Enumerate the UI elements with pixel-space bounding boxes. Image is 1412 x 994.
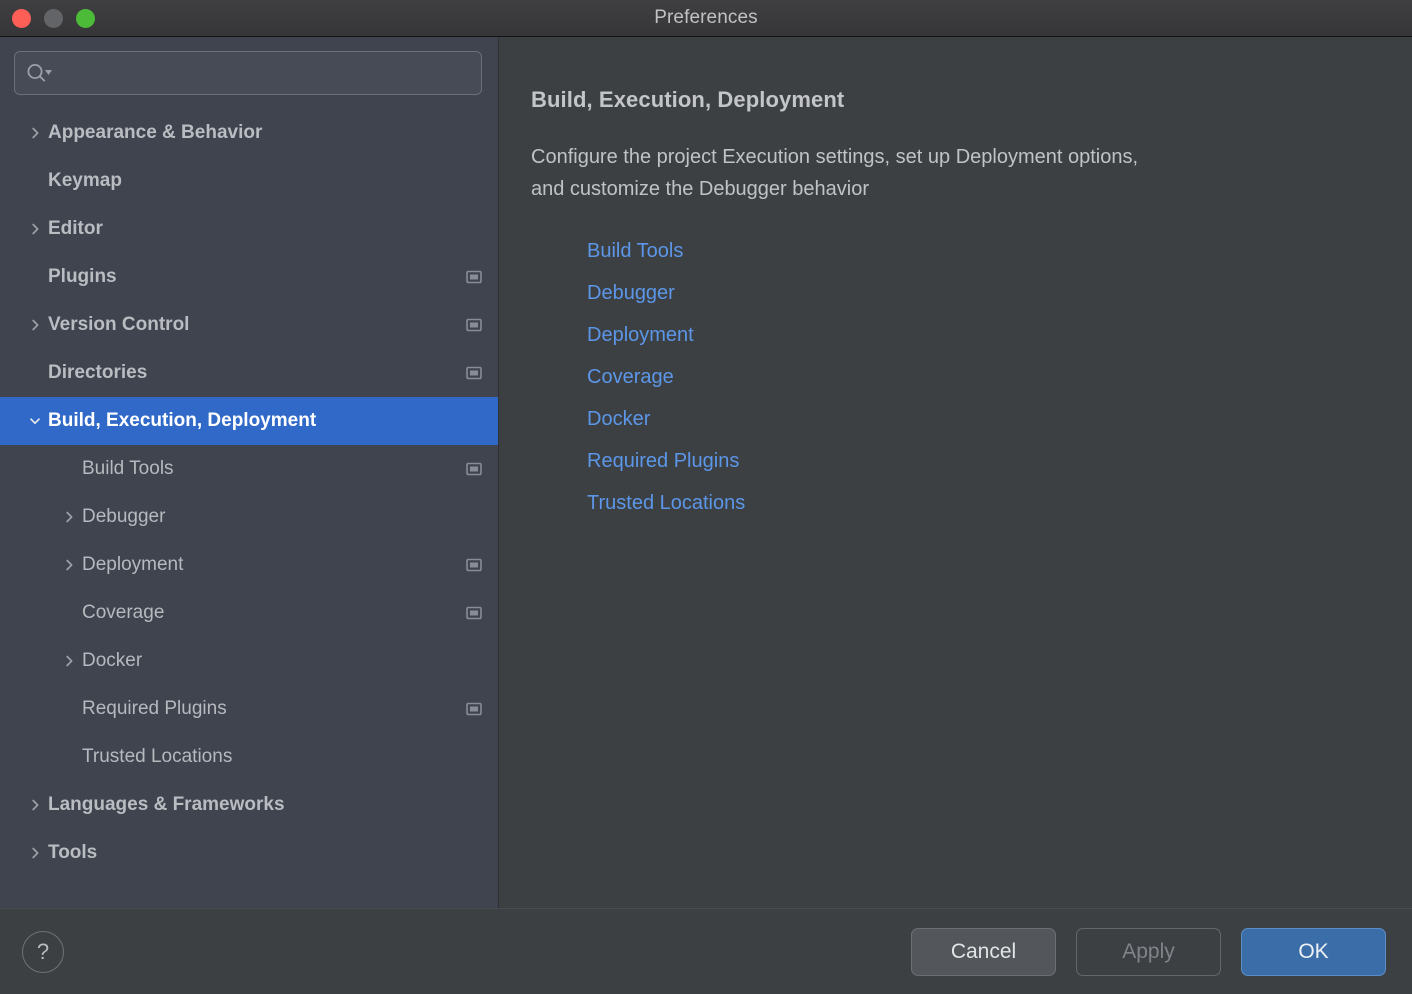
sidebar-item-version-control[interactable]: Version Control	[0, 301, 498, 349]
sidebar-item-keymap[interactable]: Keymap	[0, 157, 498, 205]
list-item: Deployment	[587, 315, 1412, 357]
search-container	[0, 37, 498, 107]
sidebar-item-label: Directories	[48, 362, 456, 384]
sidebar-item-label: Debugger	[82, 506, 456, 528]
project-scope-icon	[466, 269, 482, 285]
link-required-plugins[interactable]: Required Plugins	[587, 450, 739, 472]
sidebar-item-label: Required Plugins	[82, 698, 456, 720]
project-scope-icon	[466, 317, 482, 333]
search-box[interactable]	[14, 51, 482, 95]
description-line-1: Configure the project Execution settings…	[531, 146, 1138, 168]
project-scope-icon	[466, 701, 482, 717]
badge-spacer	[466, 845, 482, 861]
search-icon[interactable]	[25, 62, 55, 84]
chevron-right-icon[interactable]	[22, 221, 48, 237]
ok-button[interactable]: OK	[1241, 928, 1386, 976]
chevron-right-icon[interactable]	[56, 557, 82, 573]
sidebar-item-label: Version Control	[48, 314, 456, 336]
sidebar-item-label: Deployment	[82, 554, 456, 576]
badge-spacer	[466, 653, 482, 669]
title-bar: Preferences	[0, 0, 1412, 37]
content-area: Appearance & Behavior Keymap Editor Plugins…	[0, 37, 1412, 908]
list-item: Docker	[587, 399, 1412, 441]
link-trusted-locations[interactable]: Trusted Locations	[587, 492, 745, 514]
list-item: Trusted Locations	[587, 483, 1412, 525]
apply-button[interactable]: Apply	[1076, 928, 1221, 976]
link-debugger[interactable]: Debugger	[587, 282, 675, 304]
preferences-window: Preferences Appearance & Behavior Keymap E…	[0, 0, 1412, 994]
badge-spacer	[466, 125, 482, 141]
settings-tree: Appearance & Behavior Keymap Editor Plugins…	[0, 107, 498, 908]
sidebar-item-deployment[interactable]: Deployment	[0, 541, 498, 589]
minimize-button[interactable]	[44, 9, 63, 28]
chevron-right-icon[interactable]	[56, 653, 82, 669]
project-scope-icon	[466, 461, 482, 477]
link-docker[interactable]: Docker	[587, 408, 650, 430]
dialog-buttons: Cancel Apply OK	[911, 928, 1386, 976]
link-coverage[interactable]: Coverage	[587, 366, 674, 388]
sidebar-item-directories[interactable]: Directories	[0, 349, 498, 397]
badge-spacer	[466, 173, 482, 189]
page-description: Configure the project Execution settings…	[531, 141, 1412, 205]
settings-detail-panel: Build, Execution, Deployment Configure t…	[499, 37, 1412, 908]
list-item: Required Plugins	[587, 441, 1412, 483]
sidebar-item-coverage[interactable]: Coverage	[0, 589, 498, 637]
traffic-lights	[0, 9, 95, 28]
chevron-right-icon[interactable]	[22, 125, 48, 141]
sidebar-item-build-tools[interactable]: Build Tools	[0, 445, 498, 493]
sidebar-item-label: Trusted Locations	[82, 746, 456, 768]
zoom-button[interactable]	[76, 9, 95, 28]
badge-spacer	[466, 749, 482, 765]
description-line-2: and customize the Debugger behavior	[531, 173, 1412, 205]
chevron-right-icon[interactable]	[22, 845, 48, 861]
sidebar-item-debugger[interactable]: Debugger	[0, 493, 498, 541]
sidebar-item-tools[interactable]: Tools	[0, 829, 498, 877]
link-deployment[interactable]: Deployment	[587, 324, 694, 346]
sidebar-item-label: Appearance & Behavior	[48, 122, 456, 144]
sidebar-item-appearance-behavior[interactable]: Appearance & Behavior	[0, 109, 498, 157]
project-scope-icon	[466, 557, 482, 573]
cancel-button[interactable]: Cancel	[911, 928, 1056, 976]
sidebar-item-languages-frameworks[interactable]: Languages & Frameworks	[0, 781, 498, 829]
sidebar-item-plugins[interactable]: Plugins	[0, 253, 498, 301]
list-item: Coverage	[587, 357, 1412, 399]
chevron-right-icon[interactable]	[56, 509, 82, 525]
chevron-right-icon[interactable]	[22, 317, 48, 333]
page-title: Build, Execution, Deployment	[531, 87, 1412, 113]
sidebar-item-required-plugins[interactable]: Required Plugins	[0, 685, 498, 733]
badge-spacer	[466, 509, 482, 525]
search-input[interactable]	[55, 52, 471, 94]
sidebar-item-label: Plugins	[48, 266, 456, 288]
chevron-down-icon[interactable]	[22, 413, 48, 429]
sidebar-item-label: Keymap	[48, 170, 456, 192]
sidebar-item-docker[interactable]: Docker	[0, 637, 498, 685]
badge-spacer	[466, 221, 482, 237]
link-build-tools[interactable]: Build Tools	[587, 240, 683, 262]
sidebar-item-label: Build, Execution, Deployment	[48, 410, 456, 432]
window-title: Preferences	[0, 7, 1412, 29]
badge-spacer	[466, 797, 482, 813]
sidebar-item-label: Build Tools	[82, 458, 456, 480]
sidebar-item-label: Editor	[48, 218, 456, 240]
dialog-footer: ? Cancel Apply OK	[0, 908, 1412, 994]
close-button[interactable]	[12, 9, 31, 28]
settings-sidebar: Appearance & Behavior Keymap Editor Plugins…	[0, 37, 499, 908]
sidebar-item-label: Tools	[48, 842, 456, 864]
chevron-right-icon[interactable]	[22, 797, 48, 813]
sidebar-item-label: Languages & Frameworks	[48, 794, 456, 816]
sidebar-item-label: Docker	[82, 650, 456, 672]
sidebar-item-editor[interactable]: Editor	[0, 205, 498, 253]
help-button[interactable]: ?	[22, 931, 64, 973]
badge-spacer	[466, 413, 482, 429]
project-scope-icon	[466, 605, 482, 621]
list-item: Build Tools	[587, 231, 1412, 273]
sidebar-item-label: Coverage	[82, 602, 456, 624]
sidebar-item-build-execution-deployment[interactable]: Build, Execution, Deployment	[0, 397, 498, 445]
project-scope-icon	[466, 365, 482, 381]
subsection-link-list: Build Tools Debugger Deployment Coverage Doc…	[531, 231, 1412, 525]
sidebar-item-trusted-locations[interactable]: Trusted Locations	[0, 733, 498, 781]
list-item: Debugger	[587, 273, 1412, 315]
